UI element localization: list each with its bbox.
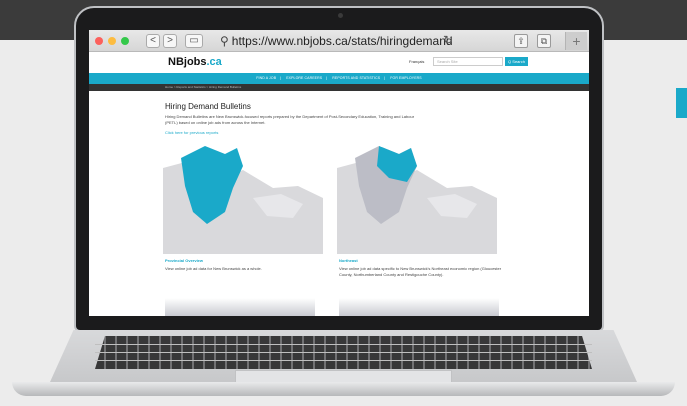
laptop-front-edge — [12, 382, 675, 396]
previous-reports-link[interactable]: Click here for previous reports — [165, 130, 218, 135]
camera-icon — [338, 13, 343, 18]
reload-icon[interactable]: ↻ — [443, 33, 453, 47]
logo-suffix: .ca — [206, 56, 222, 68]
logo-text: NBjobs — [168, 56, 207, 68]
nav-reports-and-statistics[interactable]: REPORTS AND STATISTICS — [332, 76, 380, 80]
card-title-northeast[interactable]: Northeast — [339, 258, 358, 263]
tabs-overview-icon[interactable]: ⧉ — [537, 34, 551, 48]
browser-toolbar: < > ▭ ⚲ https://www.nbjobs.ca/stats/hirin… — [89, 30, 589, 52]
card-desc-provincial-overview: View online job ad data for New Brunswic… — [165, 266, 262, 271]
laptop-trackpad — [235, 370, 452, 382]
url-text: https://www.nbjobs.ca/stats/hiringdemand — [231, 34, 453, 48]
background-accent-block — [676, 88, 687, 118]
keyboard-row-divider — [95, 344, 592, 345]
forward-button[interactable]: > — [163, 34, 177, 48]
laptop-screen: < > ▭ ⚲ https://www.nbjobs.ca/stats/hirin… — [89, 30, 589, 316]
share-icon[interactable]: ⇪ — [514, 34, 528, 48]
nav-for-employers[interactable]: FOR EMPLOYERS — [390, 76, 421, 80]
card-title-provincial-overview[interactable]: Provincial Overview — [165, 258, 203, 263]
site-logo[interactable]: NBjobs.ca — [168, 56, 222, 68]
page-intro: Hiring Demand Bulletins are New Brunswic… — [165, 114, 415, 125]
minimize-window-icon[interactable] — [108, 37, 116, 45]
keyboard-row-divider — [95, 360, 592, 361]
search-icon: ⚲ — [220, 34, 229, 48]
next-map-preview — [165, 298, 315, 316]
northeast-map[interactable] — [337, 138, 497, 254]
provincial-overview-map[interactable] — [163, 138, 323, 254]
site-header: NBjobs.ca Français Search Site Q Search — [89, 52, 589, 73]
sidebar-toggle-icon[interactable]: ▭ — [185, 34, 203, 48]
back-button[interactable]: < — [146, 34, 160, 48]
keyboard-row-divider — [95, 352, 592, 353]
page-title: Hiring Demand Bulletins — [165, 102, 251, 111]
site-search-input[interactable]: Search Site — [433, 57, 503, 66]
main-navigation: FIND A JOB | EXPLORE CAREERS | REPORTS AND… — [89, 73, 589, 84]
site-search-button[interactable]: Q Search — [505, 57, 528, 66]
laptop-lid: < > ▭ ⚲ https://www.nbjobs.ca/stats/hirin… — [74, 6, 604, 332]
close-window-icon[interactable] — [95, 37, 103, 45]
language-link[interactable]: Français — [409, 59, 424, 64]
zoom-window-icon[interactable] — [121, 37, 129, 45]
next-map-preview — [339, 298, 499, 316]
breadcrumb: Home > Reports and Statistics > Hiring D… — [89, 84, 589, 91]
card-desc-northeast: View online job ad data specific to New … — [339, 266, 502, 277]
nav-explore-careers[interactable]: EXPLORE CAREERS — [286, 76, 322, 80]
address-bar[interactable]: ⚲ https://www.nbjobs.ca/stats/hiringdeman… — [220, 33, 510, 49]
new-tab-button[interactable]: + — [565, 32, 587, 50]
nav-find-a-job[interactable]: FIND A JOB — [256, 76, 276, 80]
